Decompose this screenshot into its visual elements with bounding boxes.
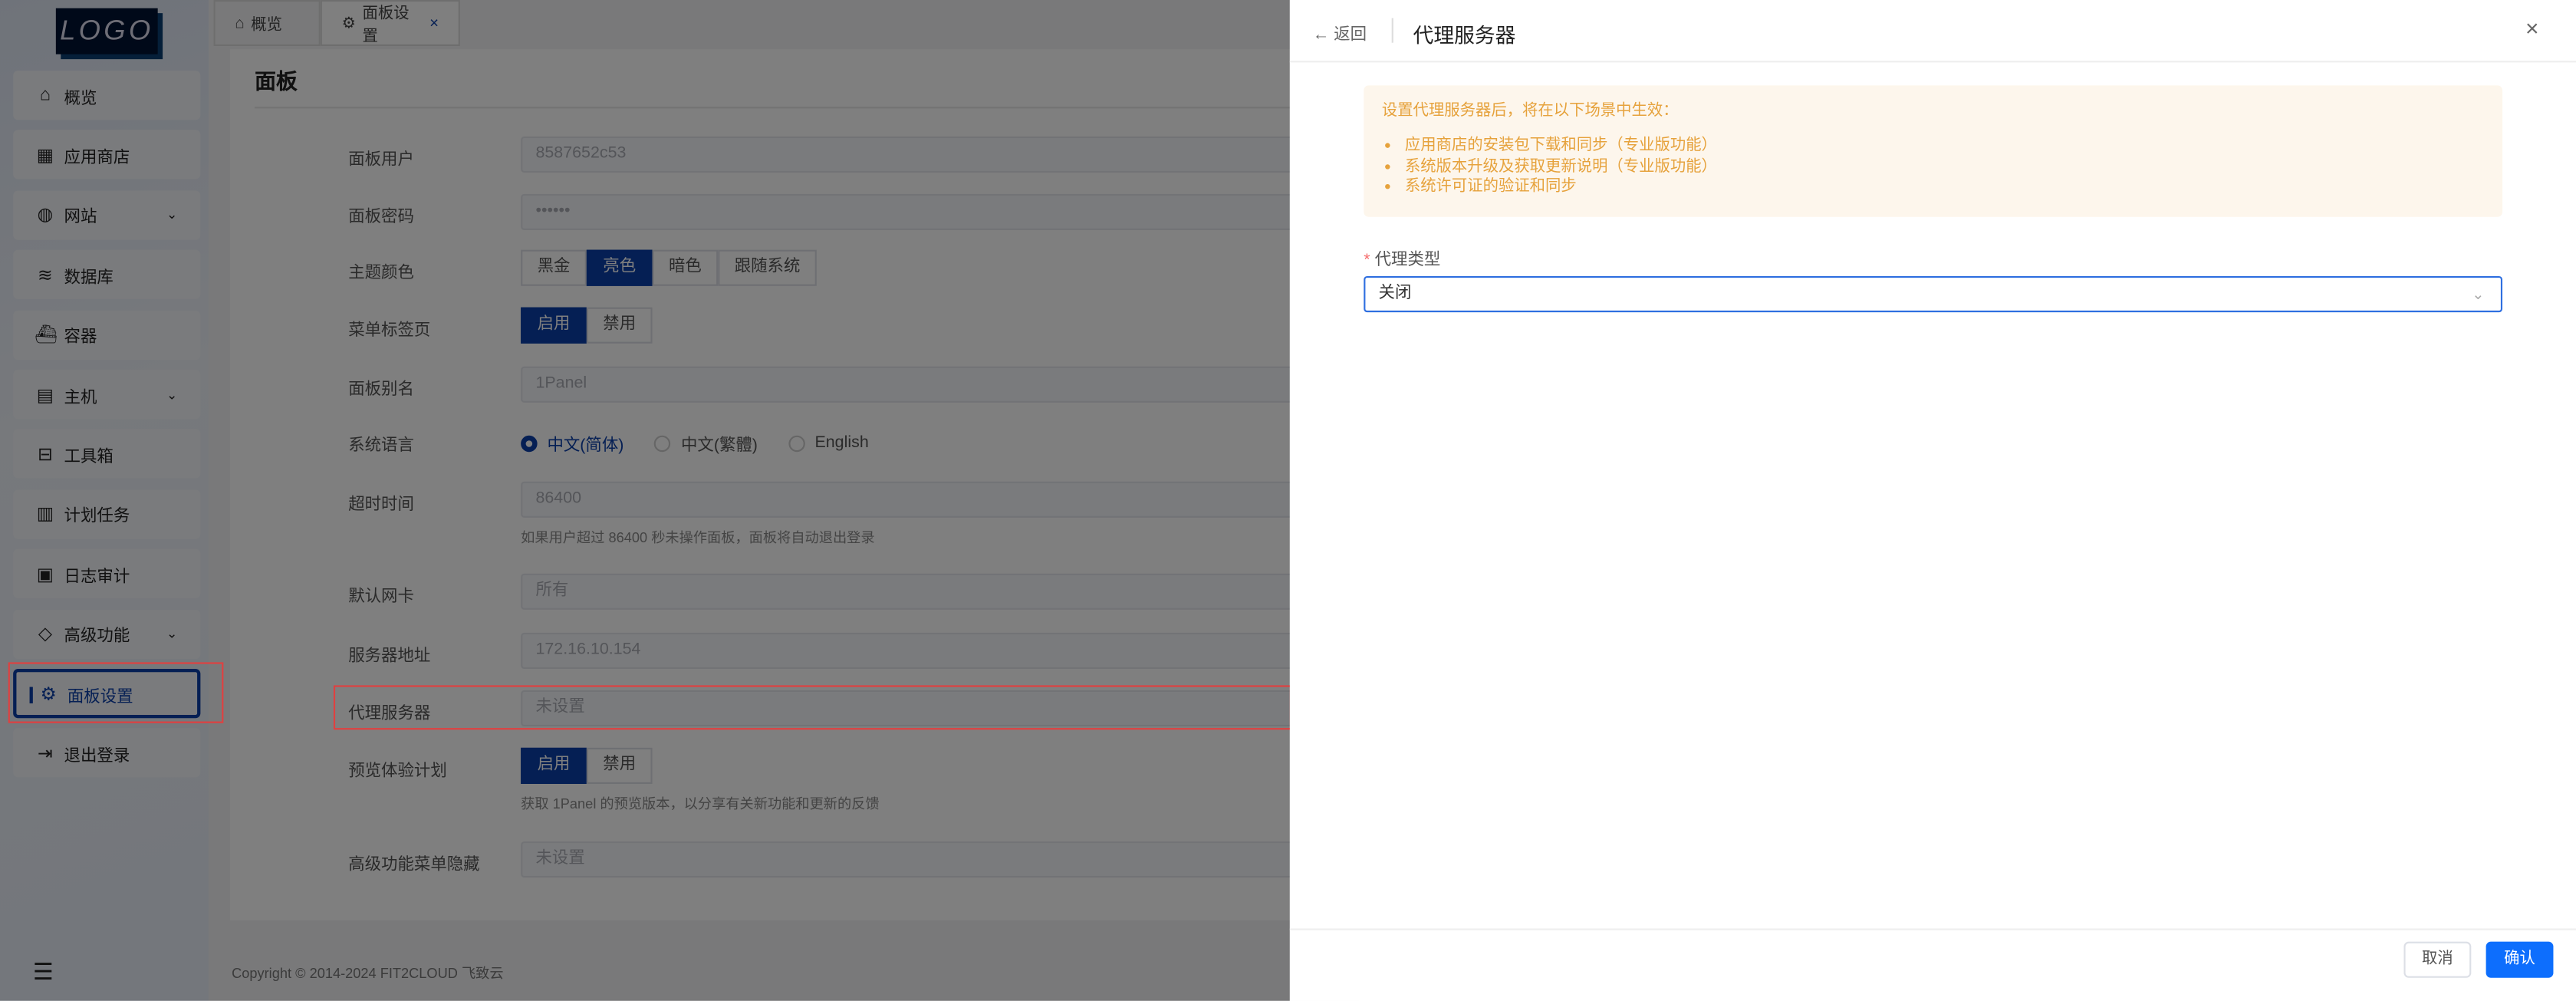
highlight-box [8, 662, 224, 723]
alert-title: 设置代理服务器后，将在以下场景中生效： [1381, 101, 1679, 120]
select-value: 关闭 [1378, 284, 1412, 303]
alert-item: 系统许可证的验证和同步 [1405, 177, 2485, 198]
close-icon[interactable]: × [2525, 15, 2539, 41]
proxy-type-label: * 代理类型 [1364, 245, 1441, 270]
back-button[interactable]: ← 返回 [1313, 20, 1367, 44]
proxy-type-select[interactable]: 关闭 ⌄ [1364, 275, 2503, 313]
confirm-button[interactable]: 确认 [2486, 941, 2554, 978]
modal-overlay[interactable] [0, 0, 1290, 1001]
cancel-button[interactable]: 取消 [2403, 941, 2472, 978]
proxy-info-alert: 设置代理服务器后，将在以下场景中生效： 应用商店的安装包下载和同步（专业版功能）… [1364, 85, 2503, 217]
divider [1391, 18, 1393, 43]
divider [1289, 928, 2576, 930]
proxy-drawer: ← 返回 代理服务器 × 设置代理服务器后，将在以下场景中生效： 应用商店的安装… [1289, 0, 2576, 1001]
required-mark: * [1364, 251, 1370, 270]
alert-item: 系统版本升级及获取更新说明（专业版功能） [1405, 157, 2485, 178]
highlight-box [333, 685, 1292, 730]
divider [1289, 61, 2576, 63]
alert-item: 应用商店的安装包下载和同步（专业版功能） [1405, 137, 2485, 157]
arrow-left-icon: ← [1312, 26, 1330, 44]
chevron-down-icon: ⌄ [2472, 285, 2485, 303]
drawer-title: 代理服务器 [1413, 25, 1516, 48]
back-label: 返回 [1334, 26, 1367, 44]
label-text: 代理类型 [1374, 251, 1441, 270]
